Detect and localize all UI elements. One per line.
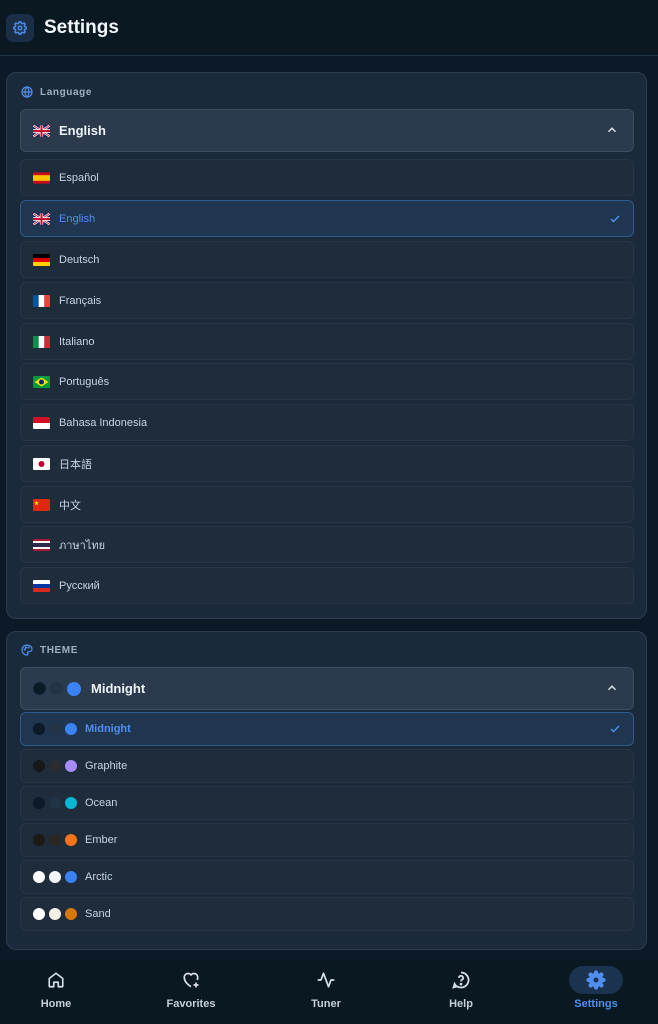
heart-plus-icon bbox=[164, 966, 218, 994]
language-option-label: Deutsch bbox=[59, 253, 100, 266]
language-option-es[interactable]: Español bbox=[20, 159, 634, 196]
language-option-label: Español bbox=[59, 171, 99, 184]
language-option-en[interactable]: English bbox=[20, 200, 634, 237]
language-option-fr[interactable]: Français bbox=[20, 282, 634, 319]
theme-option-label: Ocean bbox=[85, 797, 118, 809]
nav-settings[interactable]: Settings bbox=[556, 966, 636, 1018]
language-option-th[interactable]: ภาษาไทย bbox=[20, 526, 634, 563]
language-option-label: 中文 bbox=[59, 499, 81, 512]
gear-icon bbox=[569, 966, 623, 994]
nav-home[interactable]: Home bbox=[16, 966, 96, 1018]
nav-help[interactable]: Help bbox=[421, 966, 501, 1018]
nav-home-label: Home bbox=[40, 998, 72, 1010]
flag-br-icon bbox=[33, 375, 50, 388]
language-option-label: 日本語 bbox=[59, 458, 92, 471]
theme-option-graphite[interactable]: Graphite bbox=[20, 749, 634, 783]
language-label-text: Language bbox=[40, 86, 93, 98]
theme-option-label: Midnight bbox=[85, 723, 131, 735]
theme-option-sand[interactable]: Sand bbox=[20, 897, 634, 931]
nav-settings-label: Settings bbox=[574, 998, 618, 1010]
nav-favorites-label: Favorites bbox=[166, 998, 216, 1010]
bottom-nav: Home Favorites Tuner Help Settings bbox=[0, 960, 658, 1024]
chevron-up-icon bbox=[605, 681, 619, 695]
nav-tuner[interactable]: Tuner bbox=[286, 966, 366, 1018]
flag-cn-icon bbox=[33, 498, 50, 511]
theme-option-label: Arctic bbox=[85, 871, 113, 883]
home-icon bbox=[29, 966, 83, 994]
flag-es-icon bbox=[33, 171, 50, 184]
theme-card: THEME Midnight Midnight Graphite Ocean E… bbox=[6, 631, 647, 950]
language-select[interactable]: English bbox=[20, 109, 634, 152]
theme-swatch bbox=[33, 871, 81, 883]
help-icon bbox=[434, 966, 488, 994]
nav-favorites[interactable]: Favorites bbox=[151, 966, 231, 1018]
theme-section-label: THEME bbox=[21, 644, 78, 656]
language-option-label: Italiano bbox=[59, 335, 95, 348]
flag-th-icon bbox=[33, 538, 50, 551]
theme-swatch bbox=[33, 681, 85, 696]
activity-icon bbox=[299, 966, 353, 994]
language-option-id[interactable]: Bahasa Indonesia bbox=[20, 404, 634, 441]
chevron-up-icon bbox=[605, 123, 619, 137]
theme-swatch bbox=[33, 834, 81, 846]
app-header: Settings bbox=[0, 0, 658, 56]
language-option-it[interactable]: Italiano bbox=[20, 323, 634, 360]
language-option-label: ภาษาไทย bbox=[59, 539, 106, 552]
flag-fr-icon bbox=[33, 294, 50, 307]
theme-select-value: Midnight bbox=[91, 681, 146, 696]
language-option-label: Português bbox=[59, 375, 110, 388]
nav-tuner-label: Tuner bbox=[311, 998, 341, 1010]
language-option-de[interactable]: Deutsch bbox=[20, 241, 634, 278]
flag-jp-icon bbox=[33, 457, 50, 470]
flag-uk-icon bbox=[33, 212, 50, 225]
theme-swatch bbox=[33, 760, 81, 772]
theme-option-arctic[interactable]: Arctic bbox=[20, 860, 634, 894]
language-option-label: English bbox=[59, 212, 96, 225]
theme-swatch bbox=[33, 723, 81, 735]
theme-swatch bbox=[33, 908, 81, 920]
language-option-ru[interactable]: Русский bbox=[20, 567, 634, 604]
theme-option-label: Sand bbox=[85, 908, 111, 920]
globe-icon bbox=[21, 86, 33, 98]
theme-select[interactable]: Midnight bbox=[20, 667, 634, 710]
flag-uk-icon bbox=[33, 124, 50, 137]
flag-id-icon bbox=[33, 416, 50, 429]
theme-option-ocean[interactable]: Ocean bbox=[20, 786, 634, 820]
palette-icon bbox=[21, 644, 33, 656]
theme-option-label: Graphite bbox=[85, 760, 128, 772]
theme-label-text: THEME bbox=[40, 644, 78, 656]
flag-it-icon bbox=[33, 335, 50, 348]
theme-option-midnight[interactable]: Midnight bbox=[20, 712, 634, 746]
language-card: Language English Español English Deutsch… bbox=[6, 72, 647, 619]
language-option-label: Bahasa Indonesia bbox=[59, 416, 148, 429]
language-option-zh[interactable]: 中文 bbox=[20, 486, 634, 523]
theme-option-label: Ember bbox=[85, 834, 118, 846]
theme-option-ember[interactable]: Ember bbox=[20, 823, 634, 857]
language-option-pt[interactable]: Português bbox=[20, 363, 634, 400]
check-icon bbox=[609, 213, 621, 225]
gear-icon bbox=[6, 13, 34, 42]
language-option-ja[interactable]: 日本語 bbox=[20, 445, 634, 482]
nav-help-label: Help bbox=[449, 998, 473, 1010]
language-section-label: Language bbox=[21, 86, 92, 98]
check-icon bbox=[609, 723, 621, 735]
language-option-label: Русский bbox=[59, 579, 100, 592]
page-title: Settings bbox=[44, 16, 119, 38]
flag-de-icon bbox=[33, 253, 50, 266]
language-select-value: English bbox=[59, 123, 106, 138]
theme-swatch bbox=[33, 797, 81, 809]
flag-ru-icon bbox=[33, 579, 50, 592]
language-option-label: Français bbox=[59, 294, 102, 307]
